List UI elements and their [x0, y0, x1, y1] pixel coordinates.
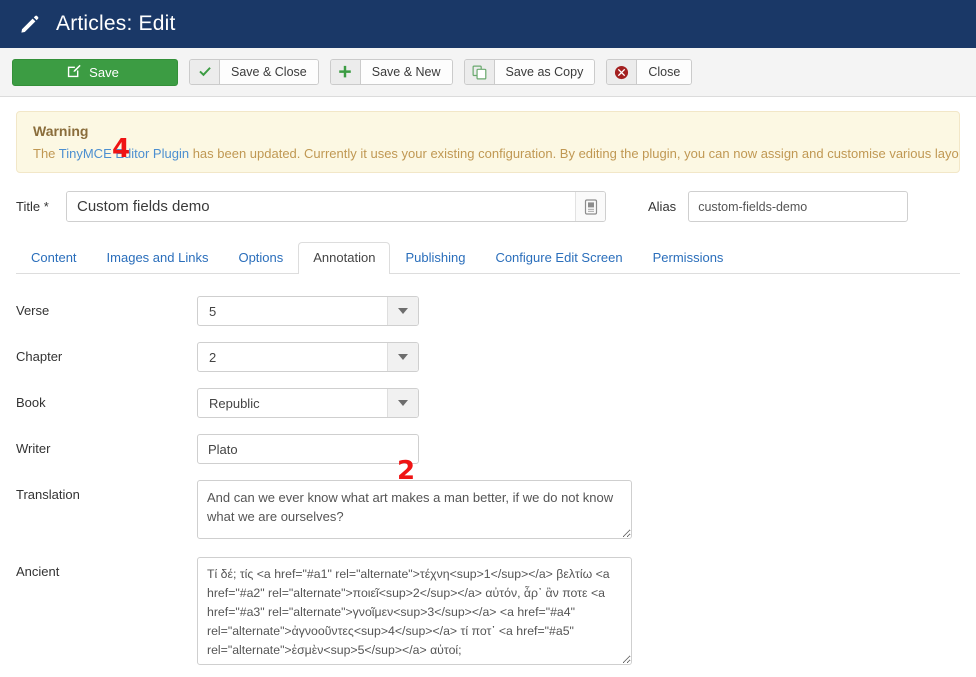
title-input[interactable]	[67, 192, 575, 221]
writer-label: Writer	[16, 441, 51, 456]
warning-container: Warning The TinyMCE Editor Plugin has be…	[0, 97, 976, 173]
close-button-label: Close	[637, 60, 692, 84]
tab-images-and-links[interactable]: Images and Links	[92, 242, 224, 274]
warning-text-after: has been updated. Currently it uses your…	[189, 146, 960, 161]
page-title: Articles: Edit	[56, 12, 176, 35]
chevron-down-icon[interactable]	[387, 343, 418, 371]
save-icon	[67, 64, 81, 81]
tab-options[interactable]: Options	[223, 242, 298, 274]
verse-value: 5	[209, 303, 217, 319]
warning-alert: Warning The TinyMCE Editor Plugin has be…	[16, 111, 960, 173]
tab-permissions[interactable]: Permissions	[638, 242, 739, 274]
book-value: Republic	[209, 395, 260, 411]
annotation-marker-2: 2	[397, 456, 416, 486]
ancient-label: Ancient	[16, 564, 60, 579]
title-label: Title *	[16, 199, 49, 214]
chevron-down-icon[interactable]	[387, 297, 418, 325]
verse-select[interactable]: 5	[197, 296, 419, 326]
app-header: Articles: Edit	[0, 0, 976, 48]
annotation-marker-4: 4	[112, 134, 131, 164]
warning-text-before: The	[33, 146, 59, 161]
field-verse: Verse 5	[16, 296, 960, 326]
save-and-close-button[interactable]: Save & Close	[189, 59, 319, 85]
chapter-select[interactable]: 2	[197, 342, 419, 372]
field-book: Book Republic	[16, 388, 960, 418]
title-row: Title * Alias	[0, 173, 976, 222]
save-as-copy-label: Save as Copy	[494, 60, 595, 84]
field-translation: Translation And can we ever know what ar…	[16, 480, 960, 539]
pencil-icon	[18, 12, 42, 36]
article-toggle-icon[interactable]	[575, 192, 605, 221]
save-and-new-button[interactable]: Save & New	[329, 59, 453, 85]
save-button[interactable]: Save	[12, 58, 178, 86]
translation-textarea[interactable]: And can we ever know what art makes a ma…	[197, 480, 632, 539]
close-button[interactable]: Close	[606, 59, 693, 85]
verse-label: Verse	[16, 303, 50, 318]
save-and-new-label: Save & New	[360, 60, 452, 84]
writer-input[interactable]	[197, 434, 419, 464]
field-chapter: Chapter 2	[16, 342, 960, 372]
save-button-label: Save	[89, 64, 119, 80]
chapter-value: 2	[209, 349, 217, 365]
book-label: Book	[16, 395, 46, 410]
check-icon	[190, 60, 220, 84]
warning-message: The TinyMCE Editor Plugin has been updat…	[33, 146, 959, 161]
toolbar: Save Save & Close Save & New Save as Cop…	[0, 48, 976, 162]
alias-label: Alias	[648, 199, 677, 214]
save-as-copy-button[interactable]: Save as Copy	[463, 59, 596, 85]
save-and-close-label: Save & Close	[220, 60, 318, 84]
copy-icon	[464, 60, 495, 84]
translation-label: Translation	[16, 487, 80, 502]
field-ancient: Ancient Τί δέ; τίς <a href="#a1" rel="al…	[16, 557, 960, 665]
field-writer: Writer	[16, 434, 960, 464]
chevron-down-icon[interactable]	[387, 389, 418, 417]
warning-heading: Warning	[33, 123, 89, 139]
tab-content[interactable]: Content	[16, 242, 92, 274]
annotation-form: Verse 5 Chapter 2 Book Republic Writer T…	[0, 274, 976, 665]
alias-input[interactable]	[688, 191, 909, 222]
tab-annotation[interactable]: Annotation	[298, 242, 391, 274]
tab-configure-edit-screen[interactable]: Configure Edit Screen	[480, 242, 637, 274]
chapter-label: Chapter	[16, 349, 63, 364]
close-circle-icon	[607, 60, 638, 84]
book-select[interactable]: Republic	[197, 388, 419, 418]
ancient-textarea[interactable]: Τί δέ; τίς <a href="#a1" rel="alternate"…	[197, 557, 632, 665]
title-input-group	[66, 191, 606, 222]
tab-bar: Content Images and Links Options Annotat…	[16, 242, 960, 484]
tab-publishing[interactable]: Publishing	[390, 242, 480, 274]
plus-icon	[330, 60, 361, 84]
